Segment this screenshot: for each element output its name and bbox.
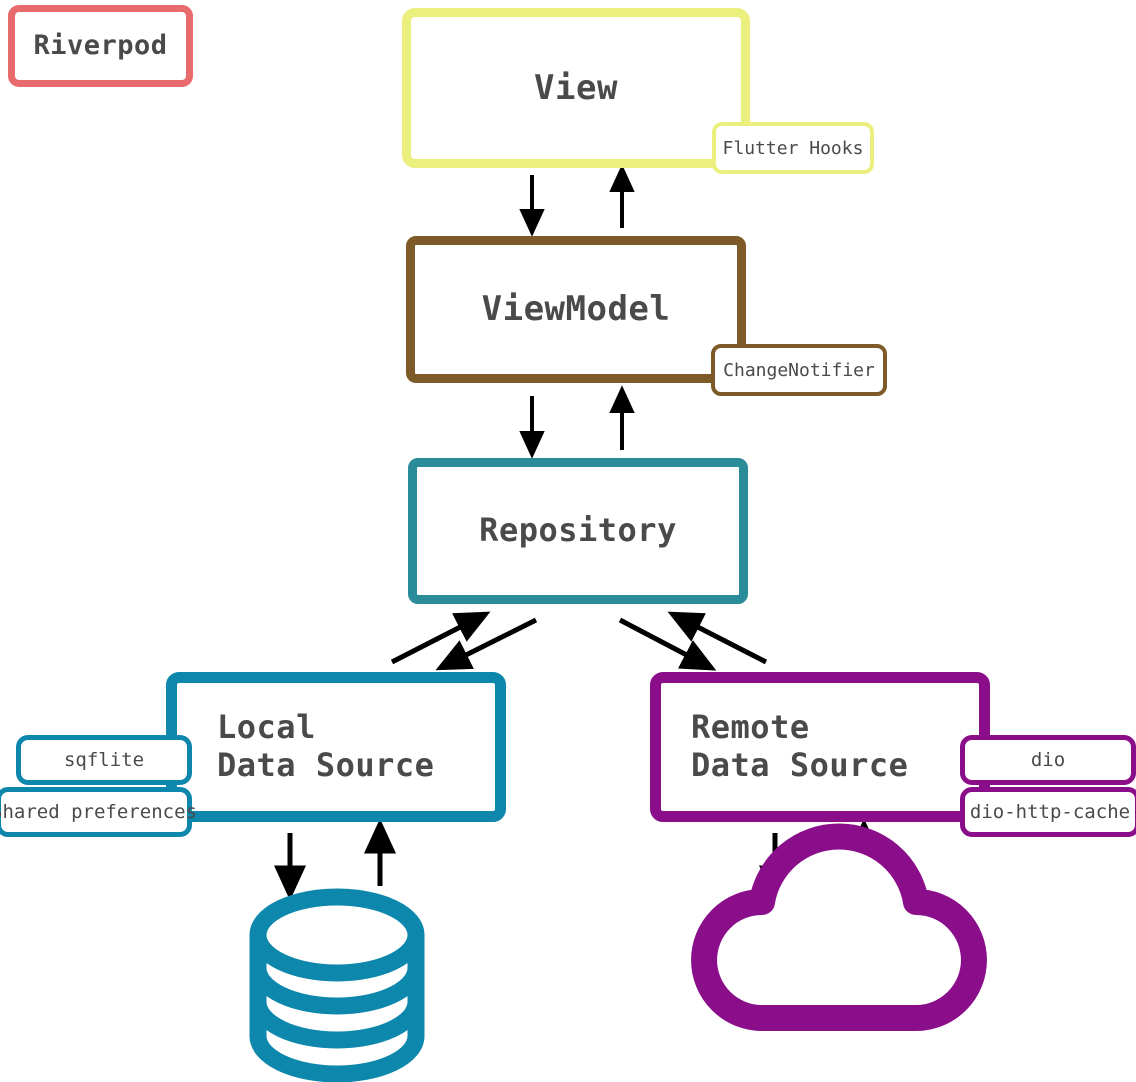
badge-shared-preferences-label: Shared preferences — [0, 801, 197, 823]
badge-dio[interactable]: dio — [960, 735, 1136, 785]
repository-label: Repository — [479, 511, 677, 550]
badge-sqflite[interactable]: sqflite — [16, 735, 192, 785]
riverpod-node[interactable]: Riverpod — [8, 5, 193, 87]
view-node[interactable]: View — [402, 8, 750, 168]
badge-dio-http-cache[interactable]: dio-http-cache — [960, 787, 1136, 837]
badge-sqflite-label: sqflite — [63, 749, 145, 771]
viewmodel-node[interactable]: ViewModel — [406, 236, 746, 383]
riverpod-label: Riverpod — [33, 30, 168, 62]
badge-shared-preferences[interactable]: Shared preferences — [0, 787, 197, 837]
database-cylinder-icon — [249, 888, 425, 1082]
local-data-source-label: Local Data Source — [217, 708, 435, 784]
badge-dio-label: dio — [1030, 749, 1066, 771]
badge-dio-http-cache-label: dio-http-cache — [969, 801, 1131, 823]
architecture-diagram: Riverpod View Flutter Hooks ViewModel Ch… — [0, 0, 1136, 1082]
arrow-remote-to-repository — [667, 611, 768, 665]
remote-data-source-node[interactable]: Remote Data Source — [650, 672, 990, 822]
local-data-source-node[interactable]: Local Data Source — [166, 672, 506, 822]
viewmodel-label: ViewModel — [481, 289, 671, 330]
repository-node[interactable]: Repository — [408, 458, 748, 604]
badge-flutter-hooks-label: Flutter Hooks — [722, 137, 864, 159]
badge-change-notifier[interactable]: ChangeNotifier — [711, 344, 887, 396]
badge-change-notifier-label: ChangeNotifier — [723, 359, 875, 381]
cloud-icon — [691, 823, 987, 1031]
arrow-repository-to-remote — [618, 617, 717, 671]
remote-data-source-label: Remote Data Source — [691, 708, 909, 784]
badge-flutter-hooks[interactable]: Flutter Hooks — [712, 122, 874, 174]
view-label: View — [534, 67, 618, 108]
